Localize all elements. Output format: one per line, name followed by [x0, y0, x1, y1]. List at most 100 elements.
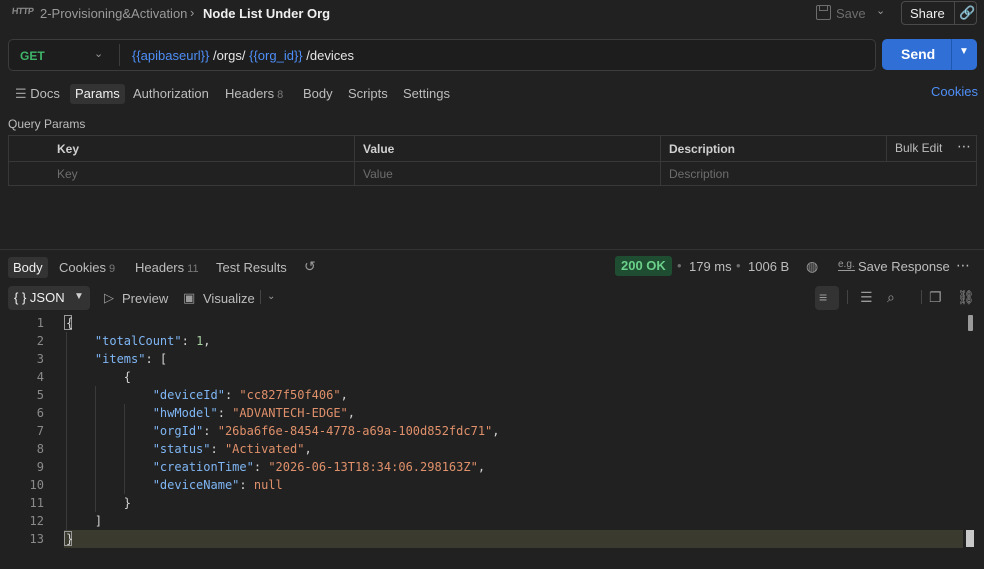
code-token: "items"	[94, 352, 146, 366]
code-line[interactable]: 5 "deviceId": "cc827f50f406",	[0, 386, 984, 404]
example-icon: e.g.	[838, 259, 855, 271]
more-options-icon[interactable]: ⋯	[957, 138, 972, 155]
code-line[interactable]: 6 "hwModel": "ADVANTECH-EDGE",	[0, 404, 984, 422]
status-badge[interactable]: 200 OK	[615, 256, 672, 276]
code-line[interactable]: 2 "totalCount": 1,	[0, 332, 984, 350]
code-line[interactable]: 3 "items": [	[0, 350, 984, 368]
code-token: "deviceName"	[152, 478, 240, 492]
url-variable-org-id[interactable]: {{org_id}}	[249, 48, 303, 63]
docs-icon: ☰	[15, 86, 27, 101]
code-line[interactable]: 9 "creationTime": "2026-06-13T18:34:06.2…	[0, 458, 984, 476]
url-path-devices: /devices	[306, 48, 354, 63]
tab-headers[interactable]: Headers 8	[220, 84, 288, 104]
play-icon[interactable]: ▷	[104, 290, 114, 306]
response-size[interactable]: 1006 B	[748, 259, 789, 274]
save-button[interactable]: Save	[836, 6, 866, 21]
code-line[interactable]: 4 {	[0, 368, 984, 386]
code-token: :	[239, 478, 254, 492]
code-content: {	[66, 314, 73, 332]
line-number: 2	[36, 334, 44, 348]
save-response-button[interactable]: Save Response	[858, 259, 950, 274]
code-token: ,	[340, 388, 348, 402]
filter-icon[interactable]: ☰	[860, 289, 873, 306]
code-content: "orgId": "26ba6f6e-8454-4778-a69a-100d85…	[66, 422, 500, 440]
chevron-down-icon[interactable]: ⌄	[876, 4, 885, 17]
chevron-down-icon[interactable]: ⌄	[94, 47, 103, 60]
tab-docs[interactable]: ☰ Docs	[10, 84, 65, 104]
code-line[interactable]: 11 }	[0, 494, 984, 512]
code-line[interactable]: 12 ]	[0, 512, 984, 530]
tab-body[interactable]: Body	[298, 84, 338, 104]
panel-divider[interactable]	[0, 249, 984, 250]
code-token: "orgId"	[152, 424, 204, 438]
tab-authorization[interactable]: Authorization	[128, 84, 214, 104]
line-number: 3	[36, 352, 44, 366]
code-token: "cc827f50f406"	[239, 388, 341, 402]
code-token: ,	[492, 424, 500, 438]
scrollbar-thumb[interactable]	[968, 315, 973, 331]
share-label: Share	[910, 6, 945, 21]
link-icon[interactable]: 🔗	[959, 5, 975, 21]
code-token: "hwModel"	[152, 406, 218, 420]
http-request-icon: HTTP	[11, 6, 35, 16]
code-line[interactable]: 8 "status": "Activated",	[0, 440, 984, 458]
wrap-icon[interactable]: ≡	[819, 289, 827, 305]
breadcrumb-collection[interactable]: 2-Provisioning&Activation	[40, 6, 187, 21]
image-icon[interactable]: ▣	[183, 290, 195, 306]
code-line[interactable]: 7 "orgId": "26ba6f6e-8454-4778-a69a-100d…	[0, 422, 984, 440]
network-globe-icon[interactable]: ◍	[806, 258, 818, 275]
tab-test-results[interactable]: Test Results	[211, 257, 292, 278]
share-button[interactable]: Share 🔗	[901, 1, 977, 25]
tab-settings[interactable]: Settings	[398, 84, 455, 104]
code-token: :	[224, 388, 240, 402]
link-icon[interactable]: ⛓	[957, 289, 975, 306]
preview-button[interactable]: Preview	[122, 291, 168, 306]
code-token: {	[66, 316, 74, 330]
cookies-link[interactable]: Cookies	[931, 84, 978, 99]
code-line[interactable]: 1{	[0, 314, 984, 332]
code-line[interactable]: 10 "deviceName": null	[0, 476, 984, 494]
code-token: : [	[145, 352, 168, 366]
url-input[interactable]: {{apibaseurl}} /orgs/ {{org_id}} /device…	[132, 48, 354, 63]
format-select[interactable]: { } JSON ▼	[8, 286, 90, 310]
line-number: 9	[36, 460, 44, 474]
visualize-button[interactable]: Visualize	[203, 291, 255, 306]
tab-response-headers[interactable]: Headers 11	[130, 257, 204, 278]
code-token: ,	[347, 406, 356, 420]
chevron-down-icon: ▼	[74, 291, 84, 302]
divider	[886, 136, 887, 161]
search-icon[interactable]: ⌕	[887, 289, 895, 306]
url-bar[interactable]: GET ⌄ {{apibaseurl}} /orgs/ {{org_id}} /…	[8, 39, 876, 71]
param-value-input[interactable]: Value	[363, 167, 393, 181]
code-content: "hwModel": "ADVANTECH-EDGE",	[66, 404, 355, 422]
tab-response-body[interactable]: Body	[8, 257, 48, 278]
query-params-table: Key Value Description Bulk Edit ⋯ Key Va…	[8, 135, 977, 186]
tab-params[interactable]: Params	[70, 84, 125, 104]
chevron-down-icon[interactable]: ▼	[959, 46, 969, 57]
tab-scripts[interactable]: Scripts	[343, 84, 393, 104]
more-options-icon[interactable]: ⋯	[956, 257, 971, 274]
tab-label: Headers	[135, 260, 185, 275]
code-token: :	[253, 460, 269, 474]
response-time[interactable]: 179 ms	[689, 259, 732, 274]
bulk-edit-button[interactable]: Bulk Edit	[895, 141, 942, 155]
divider	[119, 44, 120, 66]
page-title[interactable]: Node List Under Org	[203, 6, 330, 21]
param-key-input[interactable]: Key	[57, 167, 78, 181]
send-button[interactable]: Send ▼	[882, 39, 977, 70]
save-icon[interactable]	[816, 5, 831, 20]
code-line[interactable]: 13}	[0, 530, 984, 548]
copy-icon[interactable]: ❐	[929, 289, 942, 306]
divider	[951, 39, 952, 70]
chevron-down-icon[interactable]: ⌄	[267, 291, 275, 302]
url-variable-apibaseurl[interactable]: {{apibaseurl}}	[132, 48, 209, 63]
method-select[interactable]: GET	[20, 49, 45, 63]
param-description-input[interactable]: Description	[669, 167, 729, 181]
separator-dot: •	[677, 258, 682, 273]
column-header-value: Value	[363, 142, 395, 156]
history-icon[interactable]: ↺	[304, 258, 316, 275]
url-path-orgs: /orgs/	[212, 48, 246, 63]
tab-response-cookies[interactable]: Cookies 9	[54, 257, 120, 278]
